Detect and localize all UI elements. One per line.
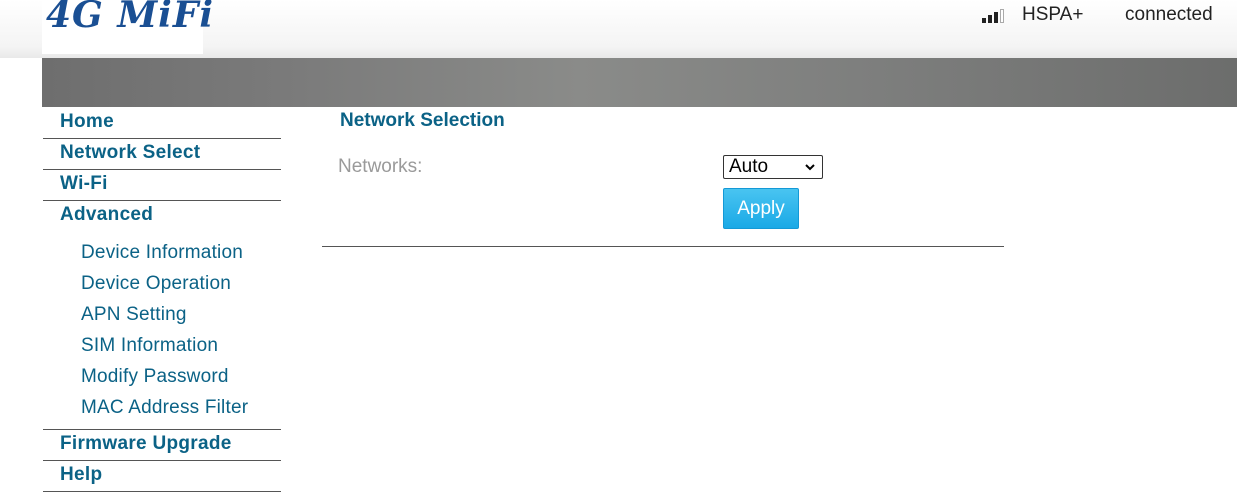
nav-item-help[interactable]: Help	[43, 461, 281, 492]
content-divider	[322, 246, 1004, 247]
nav-item-wifi[interactable]: Wi-Fi	[43, 170, 281, 201]
sidebar-nav: Home Network Select Wi-Fi Advanced Devic…	[43, 108, 281, 492]
nav-item-network-select[interactable]: Network Select	[43, 139, 281, 170]
brand-logo: 4G MiFi	[46, 0, 215, 36]
nav-subitem-apn-setting[interactable]: APN Setting	[43, 299, 281, 330]
apply-button[interactable]: Apply	[723, 188, 799, 229]
connection-status: connected	[1125, 4, 1213, 25]
nav-subitem-device-information[interactable]: Device Information	[43, 237, 281, 268]
network-type-label: HSPA+	[1022, 4, 1084, 25]
nav-item-advanced[interactable]: Advanced	[43, 201, 281, 231]
header-banner	[42, 58, 1237, 107]
nav-subitem-mac-address-filter[interactable]: MAC Address Filter	[43, 392, 281, 423]
nav-item-home[interactable]: Home	[43, 108, 281, 139]
nav-subitem-modify-password[interactable]: Modify Password	[43, 361, 281, 392]
page-title: Network Selection	[340, 110, 505, 131]
advanced-submenu: Device Information Device Operation APN …	[43, 231, 281, 430]
networks-select-value: Auto	[729, 156, 769, 177]
nav-subitem-device-operation[interactable]: Device Operation	[43, 268, 281, 299]
chevron-down-icon	[805, 164, 815, 171]
networks-label: Networks:	[338, 156, 423, 177]
networks-select[interactable]: Auto	[723, 155, 823, 179]
nav-subitem-sim-information[interactable]: SIM Information	[43, 330, 281, 361]
nav-item-firmware-upgrade[interactable]: Firmware Upgrade	[43, 430, 281, 461]
signal-bars-icon	[982, 9, 1014, 23]
